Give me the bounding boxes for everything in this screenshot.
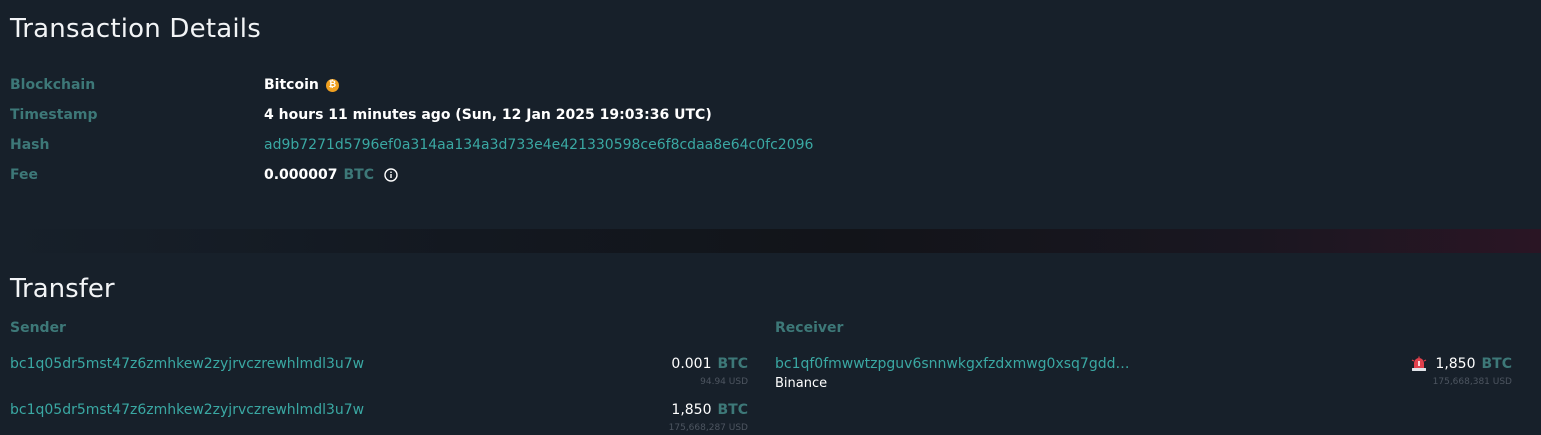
transfer-title: Transfer: [10, 274, 115, 304]
fee-unit: BTC: [343, 167, 375, 183]
sender-header: Sender: [10, 320, 66, 336]
timestamp-value: 4 hours 11 minutes ago (Sun, 12 Jan 2025…: [264, 107, 712, 123]
sender-amount: 1,850 BTC: [671, 402, 748, 418]
row-timestamp: Timestamp 4 hours 11 minutes ago (Sun, 1…: [0, 107, 1541, 129]
blockchain-label: Blockchain: [10, 77, 96, 93]
row-blockchain: Blockchain Bitcoin ₿: [0, 77, 1541, 99]
info-icon[interactable]: [384, 168, 398, 182]
sender-amount-value: 0.001: [671, 356, 712, 372]
sender-amount-value: 1,850: [671, 402, 712, 418]
fee-value: 0.000007 BTC: [264, 167, 398, 183]
blockchain-value: Bitcoin ₿: [264, 77, 339, 93]
bitcoin-icon: ₿: [325, 78, 339, 92]
blockchain-name: Bitcoin: [264, 77, 319, 93]
receiver-amount-value: 1,850: [1435, 356, 1476, 372]
sender-address-link[interactable]: bc1q05dr5mst47z6zmhkew2zyjrvczrewhlmdl3u…: [10, 402, 364, 418]
receiver-address-link[interactable]: bc1qf0fmwwtzpguv6snnwkgxfzdxmwg0xsq7gdd…: [775, 356, 1130, 372]
section-divider: [0, 229, 1541, 253]
sender-usd-value: 94.94 USD: [700, 377, 748, 387]
transaction-details-title: Transaction Details: [10, 14, 261, 44]
fee-amount: 0.000007: [264, 167, 338, 183]
timestamp-label: Timestamp: [10, 107, 98, 123]
sender-amount-unit: BTC: [717, 356, 749, 372]
receiver-header: Receiver: [775, 320, 844, 336]
row-hash: Hash ad9b7271d5796ef0a314aa134a3d733e4e4…: [0, 137, 1541, 159]
sender-amount: 0.001 BTC: [671, 356, 748, 372]
receiver-amount: 1,850 BTC: [1411, 356, 1512, 372]
alert-siren-icon: [1411, 356, 1427, 372]
fee-label: Fee: [10, 167, 38, 183]
sender-usd-value: 175,668,287 USD: [668, 423, 748, 433]
sender-address-link[interactable]: bc1q05dr5mst47z6zmhkew2zyjrvczrewhlmdl3u…: [10, 356, 364, 372]
hash-link[interactable]: ad9b7271d5796ef0a314aa134a3d733e4e421330…: [264, 137, 813, 153]
receiver-entity-label: Binance: [775, 376, 828, 391]
row-fee: Fee 0.000007 BTC: [0, 167, 1541, 189]
receiver-amount-unit: BTC: [1481, 356, 1513, 372]
sender-amount-unit: BTC: [717, 402, 749, 418]
hash-label: Hash: [10, 137, 50, 153]
receiver-usd-value: 175,668,381 USD: [1432, 377, 1512, 387]
